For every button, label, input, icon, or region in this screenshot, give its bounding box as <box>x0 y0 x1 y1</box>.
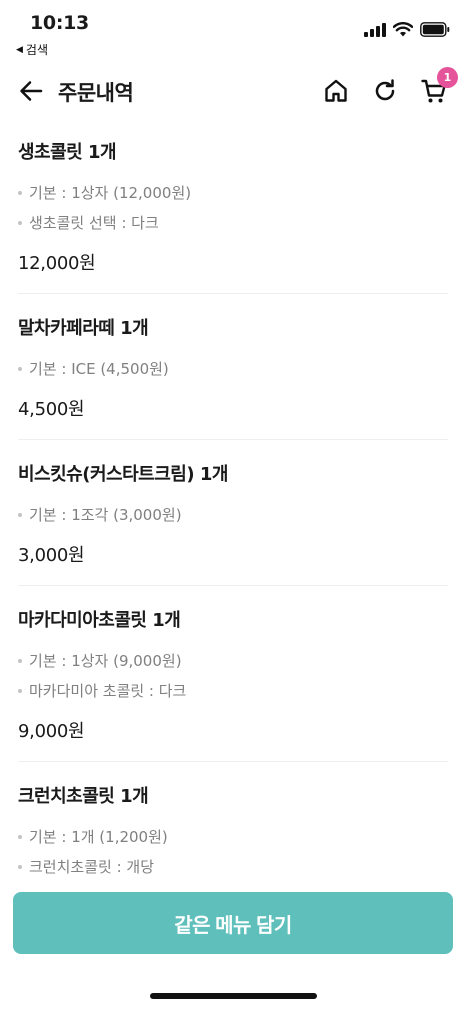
order-item: 비스킷슈(커스타트크림) 1개 기본 : 1조각 (3,000원) 3,000원 <box>18 440 448 586</box>
back-arrow-icon <box>20 81 43 101</box>
item-option-text: 기본 : ICE (4,500원) <box>29 360 169 378</box>
item-option: 생초콜릿 선택 : 다크 <box>18 208 448 238</box>
item-option: 기본 : 1상자 (12,000원) <box>18 178 448 208</box>
status-time: 10:13 <box>30 12 89 34</box>
refresh-icon <box>375 79 395 101</box>
item-price: 4,500원 <box>18 399 85 420</box>
item-name: 말차카페라떼 1개 <box>18 318 149 339</box>
status-back-link[interactable]: ◀ 검색 <box>16 41 48 58</box>
item-option: 기본 : ICE (4,500원) <box>18 354 448 384</box>
item-option: 마카다미아 초콜릿 : 다크 <box>18 676 448 706</box>
order-item: 생초콜릿 1개 기본 : 1상자 (12,000원) 생초콜릿 선택 : 다크 … <box>18 118 448 294</box>
item-name: 생초콜릿 1개 <box>18 142 117 163</box>
order-item: 크런치초콜릿 1개 기본 : 1개 (1,200원) 크런치초콜릿 : 개당 <box>18 762 448 888</box>
bullet-icon <box>18 367 22 371</box>
item-option: 기본 : 1개 (1,200원) <box>18 822 448 852</box>
item-option-text: 기본 : 1상자 (12,000원) <box>29 184 192 202</box>
cart-count-badge: 1 <box>437 67 458 88</box>
back-triangle-icon: ◀ <box>16 44 23 55</box>
item-price: 9,000원 <box>18 721 85 742</box>
item-name: 크런치초콜릿 1개 <box>18 786 149 807</box>
status-back-label: 검색 <box>25 43 49 57</box>
item-option-text: 기본 : 1개 (1,200원) <box>29 828 168 846</box>
item-option: 기본 : 1상자 (9,000원) <box>18 646 448 676</box>
back-button[interactable] <box>16 76 46 106</box>
bullet-icon <box>18 513 22 517</box>
item-option: 기본 : 1조각 (3,000원) <box>18 500 448 530</box>
item-price: 12,000원 <box>18 253 96 274</box>
order-list: 생초콜릿 1개 기본 : 1상자 (12,000원) 생초콜릿 선택 : 다크 … <box>18 118 448 888</box>
home-icon <box>325 79 347 102</box>
battery-icon <box>420 22 450 41</box>
bullet-icon <box>18 659 22 663</box>
bullet-icon <box>18 689 22 693</box>
item-option-text: 기본 : 1조각 (3,000원) <box>29 506 182 524</box>
add-same-menu-button[interactable]: 같은 메뉴 담기 <box>13 892 453 954</box>
status-bar: 10:13 ◀ 검색 <box>0 0 466 62</box>
bullet-icon <box>18 865 22 869</box>
item-option-text: 기본 : 1상자 (9,000원) <box>29 652 182 670</box>
item-name: 마카다미아초콜릿 1개 <box>18 610 181 631</box>
home-button[interactable] <box>320 75 352 107</box>
order-item: 말차카페라떼 1개 기본 : ICE (4,500원) 4,500원 <box>18 294 448 440</box>
order-item: 마카다미아초콜릿 1개 기본 : 1상자 (9,000원) 마카다미아 초콜릿 … <box>18 586 448 762</box>
signal-icon <box>364 22 386 41</box>
home-indicator[interactable] <box>150 993 317 999</box>
bullet-icon <box>18 221 22 225</box>
wifi-icon <box>392 22 414 41</box>
item-option-text: 생초콜릿 선택 : 다크 <box>29 214 159 232</box>
refresh-button[interactable] <box>369 75 401 107</box>
status-indicators <box>364 22 450 41</box>
item-name: 비스킷슈(커스타트크림) 1개 <box>18 464 228 485</box>
bullet-icon <box>18 191 22 195</box>
page-title: 주문내역 <box>58 81 134 105</box>
bullet-icon <box>18 835 22 839</box>
item-price: 3,000원 <box>18 545 85 566</box>
item-option-text: 마카다미아 초콜릿 : 다크 <box>29 682 187 700</box>
cart-button[interactable]: 1 <box>418 67 458 107</box>
app-header: 주문내역 1 <box>0 66 466 114</box>
